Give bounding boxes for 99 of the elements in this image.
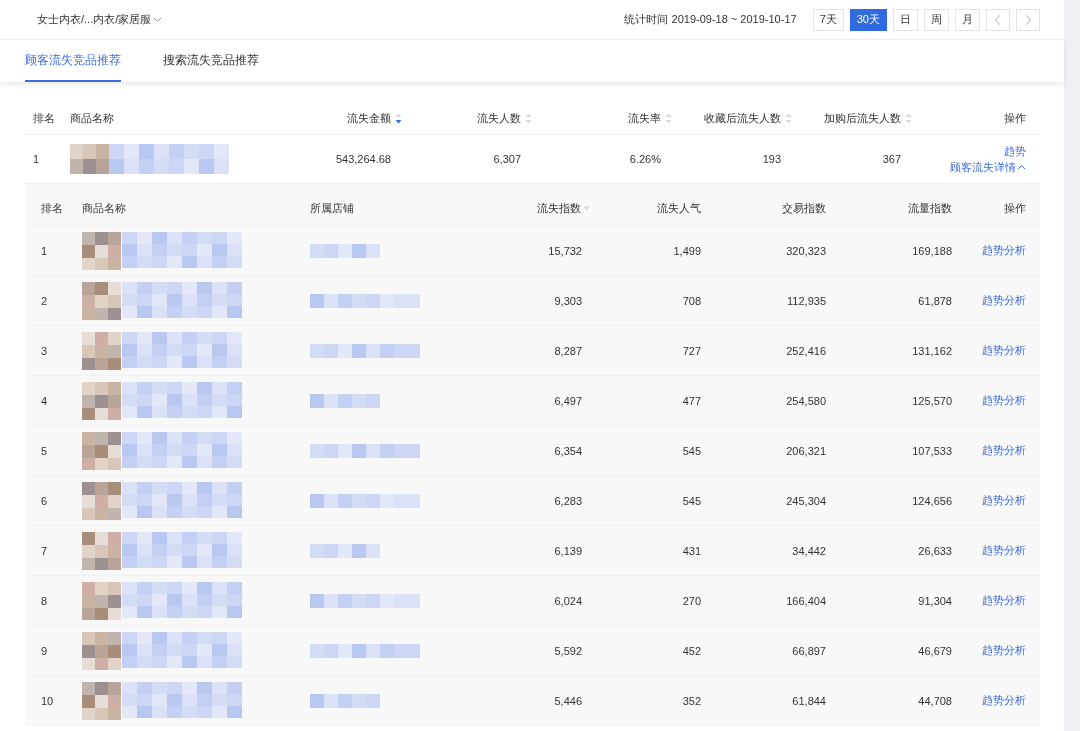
table-cell-text: 367: [881, 153, 902, 165]
range-button[interactable]: 月: [955, 8, 980, 31]
table-cell-text: 545: [681, 494, 702, 507]
table-cell-text: 543,264.68: [334, 153, 392, 165]
table-cell-text: 193: [761, 153, 782, 165]
table-cell-text: 1: [40, 244, 49, 257]
column-header: 排名: [40, 201, 64, 216]
chevron-down-icon: [153, 16, 163, 23]
table-cell-text: 708: [681, 294, 702, 307]
trend-analysis-link[interactable]: 趋势分析: [982, 443, 1026, 458]
table-cell-text: 545: [681, 444, 702, 457]
table-cell-text: 10: [40, 694, 55, 707]
chevron-left-icon: [994, 13, 1002, 26]
column-header: 加购后流失人数: [824, 110, 901, 126]
table-cell-text: 169,188: [911, 244, 953, 257]
table-cell-text: 91,304: [917, 594, 953, 607]
table-cell-text: 9,303: [553, 294, 583, 307]
period-label: 统计时间 2019-09-18 ~ 2019-10-17: [624, 12, 797, 27]
column-header: 流量指数: [907, 201, 953, 216]
column-header: 流失人气: [656, 201, 702, 216]
table-cell-text: 125,570: [911, 394, 953, 407]
table-cell-text: 6,307: [492, 153, 522, 165]
table-cell-text: 6: [40, 494, 49, 507]
range-button[interactable]: 周: [924, 8, 949, 31]
table-cell-text: 5: [40, 444, 49, 457]
table-cell-text: 2: [40, 294, 49, 307]
table-cell-text: 6.26%: [628, 153, 662, 165]
table-cell-text: 124,656: [911, 494, 953, 507]
table-cell-text: 8: [40, 594, 49, 607]
table-cell-text: 206,321: [785, 444, 827, 457]
column-header: 流失指数: [500, 201, 598, 216]
table-cell-text: 131,162: [911, 344, 953, 357]
trend-analysis-link[interactable]: 趋势分析: [982, 243, 1026, 258]
trend-analysis-link[interactable]: 趋势分析: [982, 343, 1026, 358]
table-cell-text: 166,404: [785, 594, 827, 607]
table-cell-text: 4: [40, 394, 49, 407]
column-header: 流失人数: [477, 110, 521, 126]
sort-icon[interactable]: [395, 112, 402, 124]
caret-down-icon: [583, 206, 590, 211]
table-cell-text: 352: [681, 694, 702, 707]
table-cell-text: 107,533: [911, 444, 953, 457]
table-cell-text: 15,732: [547, 244, 583, 257]
column-header: 收藏后流失人数: [704, 110, 781, 126]
table-cell-text: 61,844: [791, 694, 827, 707]
table-cell-text: 6,497: [553, 394, 583, 407]
trend-analysis-link[interactable]: 趋势分析: [982, 493, 1026, 508]
column-header: 操作: [1004, 110, 1026, 126]
table-cell-text: 270: [681, 594, 702, 607]
details-toggle-link[interactable]: 顾客流失详情: [950, 159, 1026, 175]
column-header: 商品名称: [81, 201, 127, 216]
table-cell-text: 3: [40, 344, 49, 357]
table-cell-text: 66,897: [791, 644, 827, 657]
trend-analysis-link[interactable]: 趋势分析: [982, 543, 1026, 558]
table-cell-text: 245,304: [785, 494, 827, 507]
table-cell-text: 727: [681, 344, 702, 357]
chevron-icon: [1017, 164, 1026, 170]
table-cell-text: 8,287: [553, 344, 583, 357]
table-cell-text: 112,935: [786, 294, 827, 307]
trend-link[interactable]: 趋势: [1004, 143, 1026, 159]
table-cell-text: 5,592: [553, 644, 583, 657]
trend-analysis-link[interactable]: 趋势分析: [982, 643, 1026, 658]
range-button[interactable]: 7天: [812, 8, 844, 31]
chevron-right-icon: [1024, 13, 1032, 26]
table-cell-text: 452: [681, 644, 702, 657]
tab[interactable]: 顾客流失竞品推荐: [25, 40, 121, 82]
table-cell-text: 5,446: [553, 694, 583, 707]
table-cell-text: 252,416: [785, 344, 827, 357]
table-cell-text: 6,139: [553, 544, 583, 557]
tab[interactable]: 搜索流失竞品推荐: [163, 40, 259, 82]
trend-analysis-link[interactable]: 趋势分析: [982, 393, 1026, 408]
column-header: 流失金额: [347, 110, 391, 126]
trend-analysis-link[interactable]: 趋势分析: [982, 293, 1026, 308]
table-cell-text: 44,708: [917, 694, 953, 707]
category-selector[interactable]: 女士内衣/...内衣/家居服: [37, 12, 163, 27]
table-cell-text: 34,442: [791, 544, 827, 557]
column-header: 流失率: [628, 110, 661, 126]
column-header: 交易指数: [781, 201, 827, 216]
column-header: 排名: [33, 110, 55, 126]
table-cell-text: 26,633: [917, 544, 953, 557]
table-cell-text: 46,679: [917, 644, 953, 657]
table-cell-text: 477: [681, 394, 702, 407]
table-cell-text: 9: [40, 644, 49, 657]
table-cell-text: 1,499: [672, 244, 702, 257]
column-header: 所属店铺: [309, 201, 355, 216]
table-cell-text: 6,283: [553, 494, 583, 507]
range-button[interactable]: 日: [893, 8, 918, 31]
table-cell-text: 1: [32, 153, 41, 165]
table-cell-text: 7: [40, 544, 49, 557]
table-cell-text: 320,323: [785, 244, 827, 257]
column-header: 操作: [1003, 201, 1027, 216]
trend-analysis-link[interactable]: 趋势分析: [982, 693, 1026, 708]
trend-analysis-link[interactable]: 趋势分析: [982, 593, 1026, 608]
table-cell-text: 6,024: [553, 594, 583, 607]
table-cell-text: 254,580: [785, 394, 827, 407]
column-header: 商品名称: [70, 110, 114, 126]
table-cell-text: 6,354: [553, 444, 583, 457]
range-button[interactable]: 30天: [849, 8, 887, 31]
table-cell-text: 431: [681, 544, 702, 557]
table-cell-text: 61,878: [917, 294, 953, 307]
